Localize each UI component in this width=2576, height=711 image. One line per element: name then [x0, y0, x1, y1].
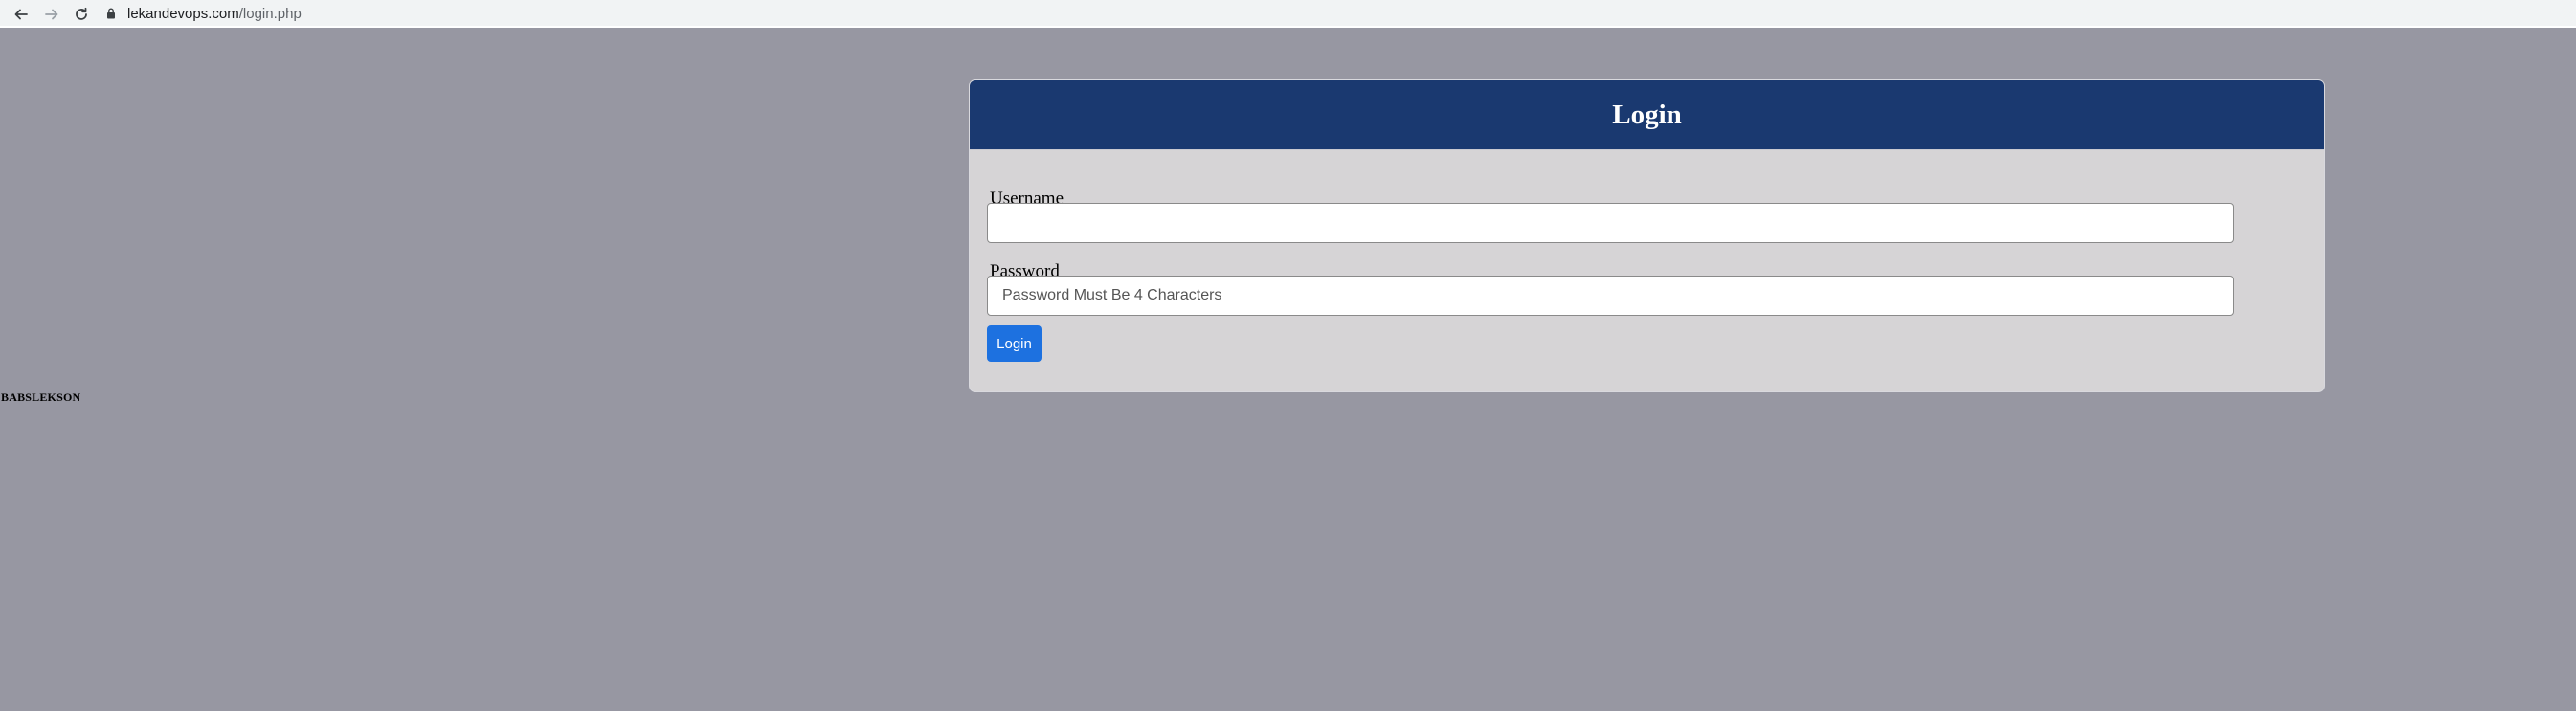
arrow-right-icon — [45, 9, 58, 20]
forward-button[interactable] — [40, 3, 63, 26]
browser-toolbar: lekandevops.com/login.php — [0, 0, 2576, 28]
arrow-left-icon — [14, 9, 28, 20]
username-input[interactable] — [987, 203, 2234, 243]
back-button[interactable] — [10, 3, 33, 26]
footer-text: BABSLEKSON — [1, 390, 81, 404]
url-path: /login.php — [238, 5, 302, 22]
url-host: lekandevops.com — [127, 5, 239, 22]
url-text[interactable]: lekandevops.com/login.php — [127, 6, 302, 22]
password-input[interactable] — [987, 276, 2234, 316]
lock-icon — [101, 2, 122, 25]
reload-button[interactable] — [70, 3, 93, 26]
login-button[interactable]: Login — [987, 325, 1042, 362]
reload-icon — [76, 7, 87, 20]
login-form: Username Password Login — [969, 79, 2325, 392]
address-bar[interactable]: lekandevops.com/login.php — [101, 2, 1919, 25]
